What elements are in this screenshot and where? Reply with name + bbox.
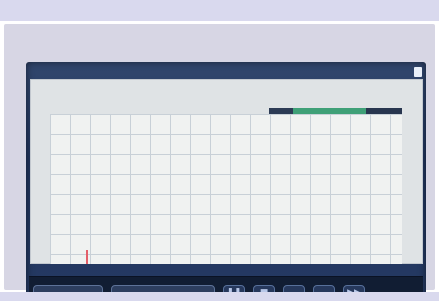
grid-line bbox=[310, 114, 311, 264]
signal-spike bbox=[86, 250, 88, 264]
grid-line bbox=[250, 114, 251, 264]
grid-line bbox=[50, 194, 402, 195]
grid-line bbox=[130, 114, 131, 264]
grid-line bbox=[50, 174, 402, 175]
photo-frame: ❚❚ ■ ▶▶ bbox=[4, 24, 435, 301]
grid-line bbox=[50, 234, 402, 235]
grid-line bbox=[50, 154, 402, 155]
grid-line bbox=[290, 114, 291, 264]
grid-line bbox=[110, 114, 111, 264]
device-screen: ❚❚ ■ ▶▶ bbox=[26, 62, 426, 301]
top-band bbox=[0, 0, 439, 21]
grid-line bbox=[150, 114, 151, 264]
screenshot-page: ❚❚ ■ ▶▶ bbox=[0, 0, 439, 301]
grid-line bbox=[190, 114, 191, 264]
screen-title-right bbox=[414, 66, 422, 77]
grid-line bbox=[90, 114, 91, 264]
grid-line bbox=[370, 114, 371, 264]
grid-line bbox=[70, 114, 71, 264]
grid-line bbox=[210, 114, 211, 264]
grid-line bbox=[50, 114, 402, 115]
grid-line bbox=[50, 254, 402, 255]
grid-line bbox=[330, 114, 331, 264]
grid-line bbox=[170, 114, 171, 264]
screen-top-bar bbox=[30, 65, 422, 78]
grid-line bbox=[390, 114, 391, 264]
grid-line bbox=[270, 114, 271, 264]
grid-line bbox=[230, 114, 231, 264]
grid-line bbox=[350, 114, 351, 264]
bottom-band bbox=[0, 292, 439, 301]
grid-line bbox=[50, 214, 402, 215]
plot-panel bbox=[50, 114, 402, 289]
graph-area bbox=[30, 79, 423, 289]
grid-line bbox=[50, 114, 51, 264]
grid-line bbox=[50, 134, 402, 135]
